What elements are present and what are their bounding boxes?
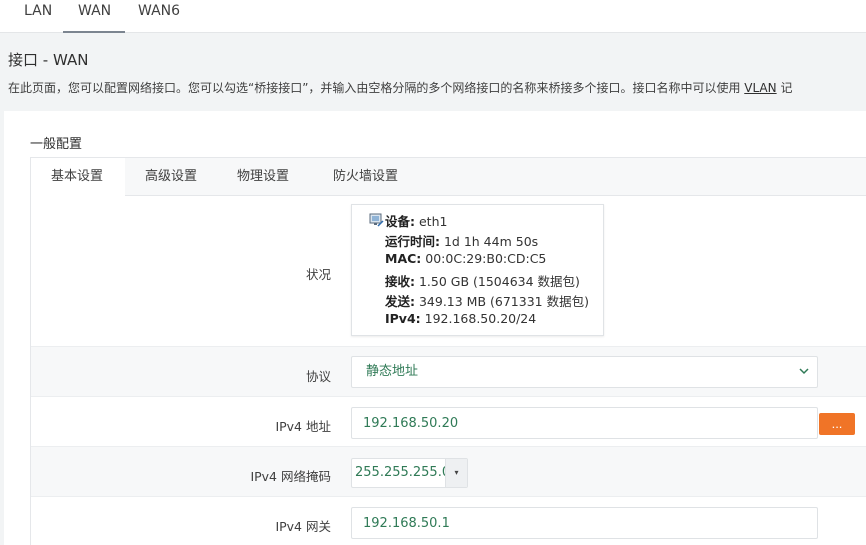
- status-tx: 发送: 349.13 MB (671331 数据包): [385, 294, 589, 309]
- ipv4-gateway-label: IPv4 网关: [275, 519, 331, 534]
- basic-settings-form: 状况 设备: eth1 运行时间: 1d 1h 44m 50s MAC: 00:…: [30, 196, 866, 545]
- tab-firewall-settings[interactable]: 防火墙设置: [313, 158, 423, 196]
- ipv4-gateway-row: IPv4 网关: [31, 497, 866, 545]
- ipv4-netmask-value: 255.255.255.0: [355, 465, 451, 480]
- status-panel: 设备: eth1 运行时间: 1d 1h 44m 50s MAC: 00:0C:…: [351, 204, 604, 336]
- status-ipv4: IPv4: 192.168.50.20/24: [385, 311, 537, 326]
- page-title: 接口 - WAN: [8, 51, 89, 69]
- status-mac: MAC: 00:0C:29:B0:CD:C5: [385, 251, 547, 266]
- ipv4-netmask-row: IPv4 网络掩码 255.255.255.0 ▾: [31, 447, 866, 497]
- protocol-value: 静态地址: [366, 364, 419, 379]
- status-rx: 接收: 1.50 GB (1504634 数据包): [385, 274, 580, 289]
- chevron-down-icon: [799, 368, 809, 375]
- tab-basic-settings[interactable]: 基本设置: [31, 158, 125, 197]
- ipv4-address-label: IPv4 地址: [275, 419, 331, 434]
- vlan-link[interactable]: VLAN: [744, 81, 776, 95]
- tab-physical-settings[interactable]: 物理设置: [219, 158, 313, 196]
- tab-advanced-settings[interactable]: 高级设置: [125, 158, 219, 196]
- section-title: 一般配置: [30, 137, 83, 152]
- sub-tab-bar: 基本设置 高级设置 物理设置 防火墙设置: [30, 157, 866, 197]
- network-interface-icon: [369, 213, 384, 227]
- ipv4-address-row: IPv4 地址 ...: [31, 397, 866, 447]
- ipv4-netmask-select[interactable]: 255.255.255.0 ▾: [351, 458, 468, 488]
- ipv4-address-input[interactable]: [351, 407, 818, 439]
- tab-wan6[interactable]: WAN6: [130, 0, 196, 33]
- top-tab-bar: LAN WAN WAN6: [0, 0, 866, 33]
- page-description-text: 在此页面，您可以配置网络接口。您可以勾选“桥接接口”，并输入由空格分隔的多个网络…: [8, 81, 745, 95]
- ipv4-gateway-input[interactable]: [351, 507, 818, 539]
- status-uptime: 运行时间: 1d 1h 44m 50s: [385, 234, 539, 249]
- dropdown-arrow-icon: ▾: [445, 459, 467, 487]
- page-description-tail: 记: [776, 81, 793, 95]
- status-device: 设备: eth1: [385, 214, 448, 229]
- status-label: 状况: [305, 267, 331, 282]
- status-row: 状况 设备: eth1 运行时间: 1d 1h 44m 50s MAC: 00:…: [31, 196, 866, 347]
- protocol-row: 协议 静态地址: [31, 347, 866, 397]
- page-description: 在此页面，您可以配置网络接口。您可以勾选“桥接接口”，并输入由空格分隔的多个网络…: [8, 79, 792, 96]
- ipv4-netmask-label: IPv4 网络掩码: [250, 469, 331, 484]
- ipv4-address-more-button[interactable]: ...: [819, 413, 855, 435]
- tab-wan[interactable]: WAN: [63, 0, 125, 33]
- tab-lan[interactable]: LAN: [10, 0, 56, 33]
- protocol-label: 协议: [305, 369, 331, 384]
- protocol-select[interactable]: 静态地址: [351, 356, 818, 388]
